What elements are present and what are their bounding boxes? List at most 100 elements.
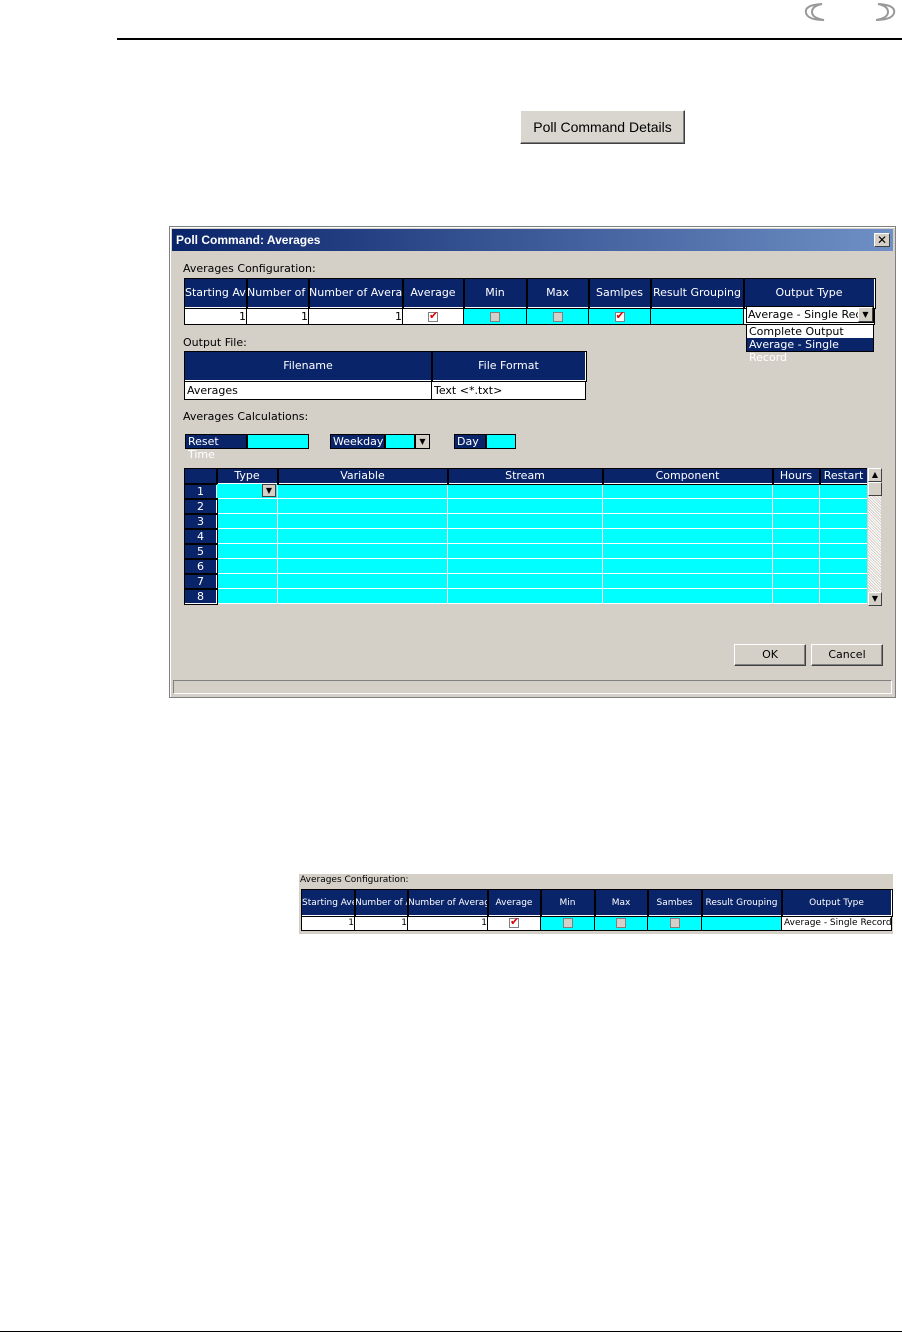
variable-cell[interactable] <box>277 558 448 574</box>
number-of-averages-input[interactable]: 1 <box>354 915 408 931</box>
type-cell[interactable]: ▼ <box>216 483 278 499</box>
number-of-average-periods-input[interactable]: 1 <box>308 307 403 325</box>
type-cell[interactable] <box>216 498 278 514</box>
row-number[interactable]: 3 <box>183 512 218 530</box>
variable-cell[interactable] <box>277 543 448 559</box>
average-checkbox[interactable] <box>428 309 438 322</box>
starting-average-input[interactable]: 1 <box>301 915 355 931</box>
day-input[interactable] <box>486 434 516 449</box>
row-number[interactable]: 8 <box>183 587 218 605</box>
restart-cell[interactable] <box>819 528 868 544</box>
restart-cell[interactable] <box>819 543 868 559</box>
number-of-averages-input[interactable]: 1 <box>246 307 309 325</box>
variable-cell[interactable] <box>277 528 448 544</box>
variable-cell[interactable] <box>277 573 448 589</box>
max-checkbox[interactable] <box>616 917 626 928</box>
hours-cell[interactable] <box>772 498 820 514</box>
component-cell[interactable] <box>602 588 773 604</box>
restart-cell[interactable] <box>819 513 868 529</box>
row-number[interactable]: 2 <box>183 497 218 515</box>
ok-button[interactable]: OK <box>734 644 806 666</box>
component-cell[interactable] <box>602 558 773 574</box>
option-complete-output[interactable]: Complete Output <box>747 325 873 338</box>
chevron-down-icon[interactable]: ▼ <box>262 484 276 497</box>
type-cell[interactable] <box>216 573 278 589</box>
hours-cell[interactable] <box>772 588 820 604</box>
variable-cell[interactable] <box>277 483 448 499</box>
chevron-down-icon[interactable]: ▼ <box>858 307 873 322</box>
number-of-average-periods-input[interactable]: 1 <box>407 915 488 931</box>
result-grouping-cell[interactable] <box>701 915 782 931</box>
day-label: Day <box>454 434 486 449</box>
row-number[interactable]: 6 <box>183 557 218 575</box>
stream-cell[interactable] <box>447 483 603 499</box>
type-cell[interactable] <box>216 588 278 604</box>
row-number[interactable]: 7 <box>183 572 218 590</box>
output-type-select[interactable]: Average - Single Record <box>781 915 892 931</box>
chevron-down-icon[interactable]: ▼ <box>415 434 430 449</box>
averages-config-table-2: Starting Average Number of Averages Numb… <box>300 888 893 931</box>
row-number[interactable]: 5 <box>183 542 218 560</box>
restart-cell[interactable] <box>819 588 868 604</box>
variable-cell[interactable] <box>277 588 448 604</box>
component-cell[interactable] <box>602 528 773 544</box>
stream-cell[interactable] <box>447 498 603 514</box>
file-format-select[interactable]: Text <*.txt> <box>431 380 586 400</box>
reset-time-label: Reset Time <box>185 434 247 461</box>
hours-cell[interactable] <box>772 573 820 589</box>
row-number[interactable]: 4 <box>183 527 218 545</box>
poll-command-details-button[interactable]: Poll Command Details <box>520 110 685 144</box>
max-checkbox[interactable] <box>552 311 563 322</box>
scroll-down-icon[interactable]: ▼ <box>868 592 882 606</box>
stream-cell[interactable] <box>447 543 603 559</box>
variable-cell[interactable] <box>277 513 448 529</box>
col-min: Min <box>539 888 596 917</box>
component-cell[interactable] <box>602 513 773 529</box>
min-checkbox[interactable] <box>490 311 500 322</box>
option-average-single-record[interactable]: Average - Single Record <box>747 338 873 364</box>
restart-cell[interactable] <box>819 573 868 589</box>
type-cell[interactable] <box>216 543 278 559</box>
component-cell[interactable] <box>602 483 773 499</box>
stream-cell[interactable] <box>447 558 603 574</box>
type-cell[interactable] <box>216 558 278 574</box>
close-icon[interactable]: ✕ <box>874 233 890 247</box>
component-cell[interactable] <box>602 498 773 514</box>
hours-cell[interactable] <box>772 528 820 544</box>
average-checkbox[interactable] <box>509 917 519 928</box>
component-cell[interactable] <box>602 573 773 589</box>
restart-cell[interactable] <box>819 483 868 499</box>
component-cell[interactable] <box>602 543 773 559</box>
row-number[interactable]: 1 <box>183 482 218 500</box>
vertical-scrollbar[interactable]: ▲ ▼ <box>867 468 882 606</box>
restart-cell[interactable] <box>819 558 868 574</box>
col-restart: Restart <box>818 467 869 485</box>
hours-cell[interactable] <box>772 513 820 529</box>
hours-cell[interactable] <box>772 543 820 559</box>
scroll-thumb[interactable] <box>868 482 882 496</box>
stream-cell[interactable] <box>447 528 603 544</box>
hours-cell[interactable] <box>772 483 820 499</box>
scroll-up-icon[interactable]: ▲ <box>868 468 882 482</box>
weekday-select[interactable] <box>385 434 415 449</box>
starting-average-input[interactable]: 1 <box>184 307 247 325</box>
stream-cell[interactable] <box>447 588 603 604</box>
samples-checkbox[interactable] <box>614 309 625 322</box>
hours-cell[interactable] <box>772 558 820 574</box>
reset-time-input[interactable] <box>247 434 309 449</box>
variable-cell[interactable] <box>277 498 448 514</box>
output-type-select[interactable]: Average - Single Record <box>746 306 874 323</box>
output-type-dropdown-list: Complete Output Average - Single Record <box>746 324 874 364</box>
type-cell[interactable] <box>216 513 278 529</box>
samples-checkbox[interactable] <box>669 917 680 928</box>
min-checkbox[interactable] <box>562 917 573 928</box>
col-max: Max <box>593 888 649 917</box>
cancel-button[interactable]: Cancel <box>811 644 883 666</box>
stream-cell[interactable] <box>447 573 603 589</box>
result-grouping-cell[interactable] <box>650 307 744 325</box>
type-cell[interactable] <box>216 528 278 544</box>
stream-cell[interactable] <box>447 513 603 529</box>
output-file-table: Filename File Format Averages Text <*.tx… <box>183 350 587 400</box>
filename-input[interactable]: Averages <box>184 380 432 400</box>
restart-cell[interactable] <box>819 498 868 514</box>
